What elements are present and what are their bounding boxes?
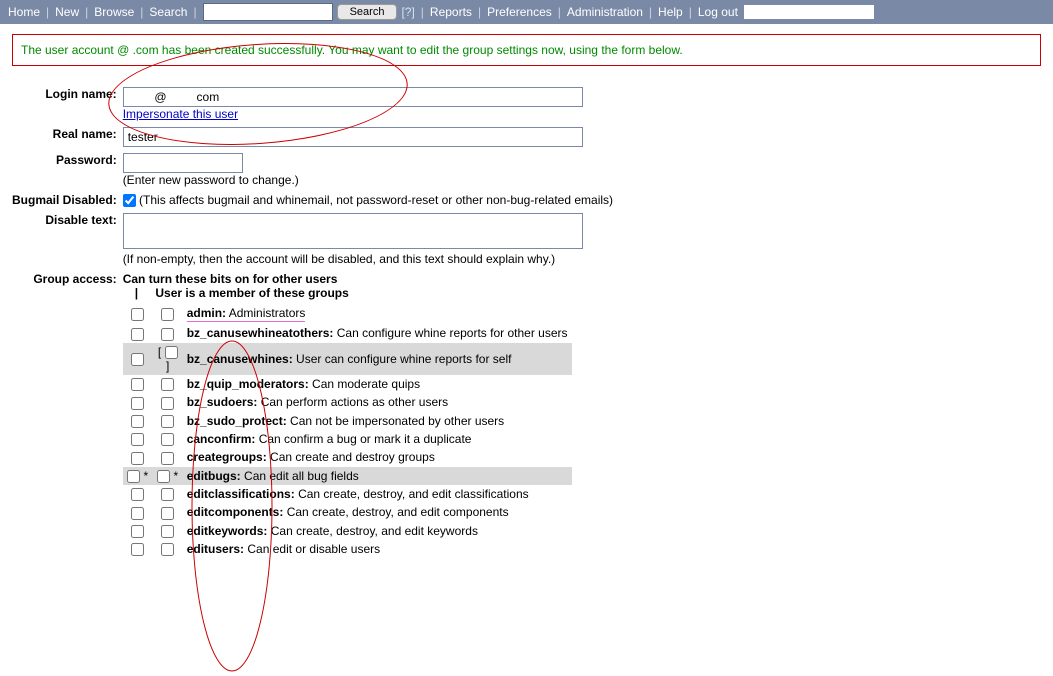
group-bless-checkbox[interactable] [131, 353, 144, 366]
group-bless-checkbox[interactable] [131, 415, 144, 428]
group-row-editbugs: * *editbugs: Can edit all bug fields [123, 467, 572, 485]
group-row-bz_sudoers: bz_sudoers: Can perform actions as other… [123, 393, 572, 411]
top-nav: Home New Browse Search Search [?] Report… [0, 0, 1053, 24]
group-row-admin: admin: Administrators [123, 304, 572, 324]
nav-new[interactable]: New [55, 5, 79, 19]
label-bugmail: Bugmail Disabled: [12, 190, 123, 210]
group-label: bz_quip_moderators: Can moderate quips [183, 375, 572, 393]
label-login: Login name: [12, 84, 123, 124]
quicksearch-input[interactable] [203, 3, 333, 21]
group-header-member: User is a member of these groups [155, 286, 348, 300]
group-label: creategroups: Can create and destroy gro… [183, 448, 572, 466]
nav-preferences[interactable]: Preferences [487, 5, 552, 19]
group-label: editkeywords: Can create, destroy, and e… [183, 522, 572, 540]
group-row-bz_canusewhines: [ ]bz_canusewhines: User can configure w… [123, 343, 572, 375]
group-bless-checkbox[interactable] [131, 328, 144, 341]
group-row-bz_sudo_protect: bz_sudo_protect: Can not be impersonated… [123, 412, 572, 430]
group-label: editclassifications: Can create, destroy… [183, 485, 572, 503]
group-member-checkbox[interactable] [161, 308, 174, 321]
nav-browse[interactable]: Browse [94, 5, 134, 19]
group-row-editclassifications: editclassifications: Can create, destroy… [123, 485, 572, 503]
disable-text-input[interactable] [123, 213, 583, 249]
group-row-editkeywords: editkeywords: Can create, destroy, and e… [123, 522, 572, 540]
label-password: Password: [12, 150, 123, 190]
nav-reports[interactable]: Reports [430, 5, 472, 19]
group-member-checkbox[interactable] [161, 328, 174, 341]
password-hint: (Enter new password to change.) [123, 173, 299, 187]
group-bless-checkbox[interactable] [131, 488, 144, 501]
search-button[interactable]: Search [337, 4, 398, 20]
group-bless-checkbox[interactable] [131, 507, 144, 520]
bugmail-hint: (This affects bugmail and whinemail, not… [139, 193, 613, 207]
group-label: canconfirm: Can confirm a bug or mark it… [183, 430, 572, 448]
group-row-editusers: editusers: Can edit or disable users [123, 540, 572, 558]
group-label: editbugs: Can edit all bug fields [183, 467, 572, 485]
password-input[interactable] [123, 153, 243, 173]
nav-administration[interactable]: Administration [567, 5, 643, 19]
group-label: editusers: Can edit or disable users [183, 540, 572, 558]
nav-home[interactable]: Home [8, 5, 40, 19]
group-bless-checkbox[interactable] [127, 470, 140, 483]
group-bless-checkbox[interactable] [131, 397, 144, 410]
login-input[interactable] [123, 87, 583, 107]
group-bless-checkbox[interactable] [131, 452, 144, 465]
label-group-access: Group access: [12, 269, 123, 561]
group-row-editcomponents: editcomponents: Can create, destroy, and… [123, 503, 572, 521]
group-member-checkbox[interactable] [161, 507, 174, 520]
group-header-pipe: | [135, 286, 138, 300]
group-table: admin: Administratorsbz_canusewhineatoth… [123, 304, 572, 558]
group-row-bz_quip_moderators: bz_quip_moderators: Can moderate quips [123, 375, 572, 393]
group-member-checkbox[interactable] [161, 433, 174, 446]
group-member-checkbox[interactable] [161, 525, 174, 538]
group-member-checkbox[interactable] [165, 346, 178, 359]
group-member-checkbox[interactable] [161, 415, 174, 428]
group-label: editcomponents: Can create, destroy, and… [183, 503, 572, 521]
current-user-blanked [744, 5, 874, 19]
label-realname: Real name: [12, 124, 123, 150]
disable-text-hint: (If non-empty, then the account will be … [123, 252, 555, 266]
bugmail-disabled-checkbox[interactable] [123, 194, 136, 207]
edit-user-form: Login name: Impersonate this user Real n… [12, 84, 613, 561]
group-row-creategroups: creategroups: Can create and destroy gro… [123, 448, 572, 466]
group-header-turn-on: Can turn these bits on for other users [123, 272, 338, 286]
group-bless-checkbox[interactable] [131, 543, 144, 556]
group-bless-checkbox[interactable] [131, 378, 144, 391]
group-bless-checkbox[interactable] [131, 525, 144, 538]
group-member-checkbox[interactable] [161, 397, 174, 410]
realname-input[interactable] [123, 127, 583, 147]
group-label: bz_canusewhines: User can configure whin… [183, 343, 572, 375]
group-label: admin: Administrators [183, 304, 572, 324]
group-row-bz_canusewhineatothers: bz_canusewhineatothers: Can configure wh… [123, 324, 572, 342]
group-bless-checkbox[interactable] [131, 308, 144, 321]
nav-search-link[interactable]: Search [149, 5, 187, 19]
group-bless-checkbox[interactable] [131, 433, 144, 446]
group-member-checkbox[interactable] [157, 470, 170, 483]
group-label: bz_sudoers: Can perform actions as other… [183, 393, 572, 411]
group-member-checkbox[interactable] [161, 488, 174, 501]
group-member-checkbox[interactable] [161, 452, 174, 465]
nav-help[interactable]: Help [658, 5, 683, 19]
success-message: The user account @ .com has been created… [12, 34, 1041, 66]
impersonate-link[interactable]: Impersonate this user [123, 107, 238, 121]
group-row-canconfirm: canconfirm: Can confirm a bug or mark it… [123, 430, 572, 448]
group-member-checkbox[interactable] [161, 543, 174, 556]
nav-logout[interactable]: Log out [698, 5, 738, 19]
label-disable-text: Disable text: [12, 210, 123, 269]
group-label: bz_canusewhineatothers: Can configure wh… [183, 324, 572, 342]
group-label: bz_sudo_protect: Can not be impersonated… [183, 412, 572, 430]
quicksearch-help[interactable]: [?] [401, 5, 414, 19]
group-member-checkbox[interactable] [161, 378, 174, 391]
